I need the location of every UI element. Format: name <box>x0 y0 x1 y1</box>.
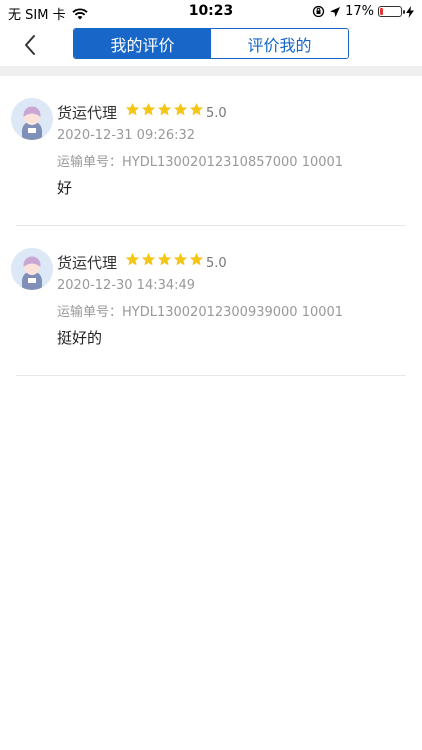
review-item[interactable]: 货运代理 5.0 2020-12-30 14:34:49 运输单号：HYDL13… <box>11 226 406 376</box>
star-icon <box>141 252 156 266</box>
reviewer-name: 货运代理 <box>57 254 118 272</box>
charging-bolt-icon <box>406 5 414 18</box>
rating-score: 5.0 <box>206 106 227 121</box>
star-icon <box>189 252 204 266</box>
star-icon <box>125 252 140 266</box>
star-icon <box>141 102 156 116</box>
back-button[interactable] <box>18 32 44 58</box>
review-comment: 挺好的 <box>57 329 103 347</box>
star-icon <box>189 102 204 116</box>
avatar <box>11 98 53 140</box>
review-list: 货运代理 5.0 2020-12-31 09:26:32 运输单号：HYDL13… <box>0 76 422 376</box>
battery-level <box>380 8 383 15</box>
user-avatar-icon <box>11 248 53 290</box>
review-comment: 好 <box>57 179 73 197</box>
chevron-left-icon <box>25 35 35 55</box>
waybill-number: 运输单号：HYDL13002012310857000 10001 <box>57 155 344 170</box>
section-divider <box>0 66 422 76</box>
rating-score: 5.0 <box>206 256 227 271</box>
status-bar: 无 SIM 卡 10:23 17% <box>0 0 422 24</box>
tab-my-reviews[interactable]: 我的评价 <box>74 29 211 58</box>
user-avatar-icon <box>11 98 53 140</box>
star-icon <box>125 102 140 116</box>
review-item[interactable]: 货运代理 5.0 2020-12-31 09:26:32 运输单号：HYDL13… <box>11 76 406 226</box>
segmented-control: 我的评价 评价我的 <box>73 28 349 59</box>
review-date: 2020-12-30 14:34:49 <box>57 278 196 293</box>
star-icon <box>157 102 172 116</box>
battery-icon <box>378 6 405 17</box>
battery-percent: 17% <box>345 4 374 19</box>
location-arrow-icon <box>330 6 341 17</box>
star-icon <box>173 252 188 266</box>
reviewer-name: 货运代理 <box>57 104 118 122</box>
avatar <box>11 248 53 290</box>
star-rating <box>125 252 204 267</box>
star-rating <box>125 102 204 117</box>
orientation-lock-icon <box>312 5 325 18</box>
review-date: 2020-12-31 09:26:32 <box>57 128 196 143</box>
tab-reviews-of-me[interactable]: 评价我的 <box>211 29 348 58</box>
star-icon <box>157 252 172 266</box>
star-icon <box>173 102 188 116</box>
status-right: 17% <box>312 4 414 19</box>
nav-bar: 我的评价 评价我的 <box>0 24 422 66</box>
waybill-number: 运输单号：HYDL13002012300939000 10001 <box>57 305 344 320</box>
